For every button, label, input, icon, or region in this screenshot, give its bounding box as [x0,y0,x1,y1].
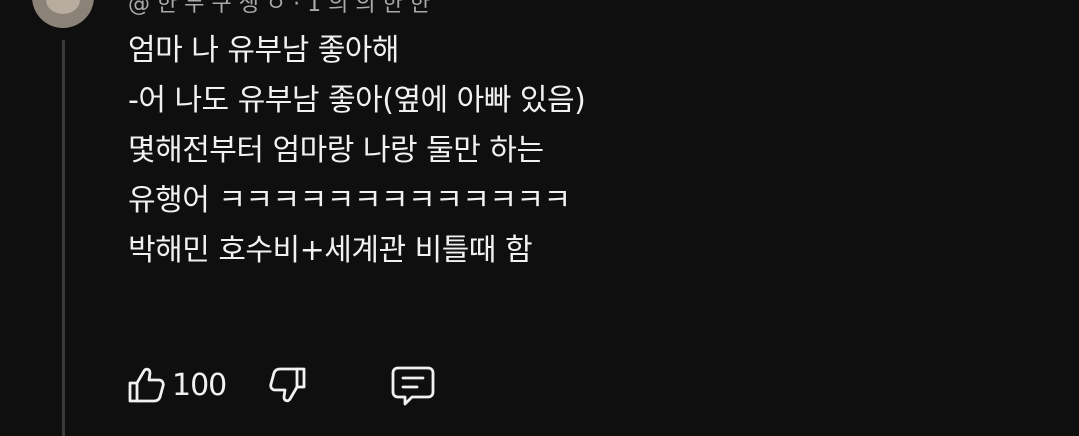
comment-line: 유행어 ㅋㅋㅋㅋㅋㅋㅋㅋㅋㅋㅋㅋㅋ [128,183,571,218]
comment-body: 엄마 나 유부남 좋아해 -어 나도 유부남 좋아(옆에 아빠 있음) 몇해전부… [128,26,828,276]
like-count: 100 [172,367,227,403]
comment-line: -어 나도 유부남 좋아(옆에 아빠 있음) [128,83,586,118]
comment-line: 몇해전부터 엄마랑 나랑 둘만 하는 [128,133,544,168]
thumbs-down-icon [268,365,308,405]
comment-header: @ 한 두 구 생 ㅇ · 1 의 의 한 한 [128,0,431,17]
avatar[interactable] [32,0,94,28]
comment-line: 박해민 호수비+세계관 비틀때 함 [128,233,533,268]
dislike-button[interactable] [268,365,308,405]
thread-line [62,40,65,436]
reply-comment-icon [390,364,436,406]
comment-actions: 100 [126,362,436,408]
reply-button[interactable] [390,364,436,406]
like-button[interactable]: 100 [126,365,227,405]
comment-line: 엄마 나 유부남 좋아해 [128,33,400,68]
thumbs-up-icon [126,365,166,405]
more-options-icon[interactable] [1008,0,1028,18]
